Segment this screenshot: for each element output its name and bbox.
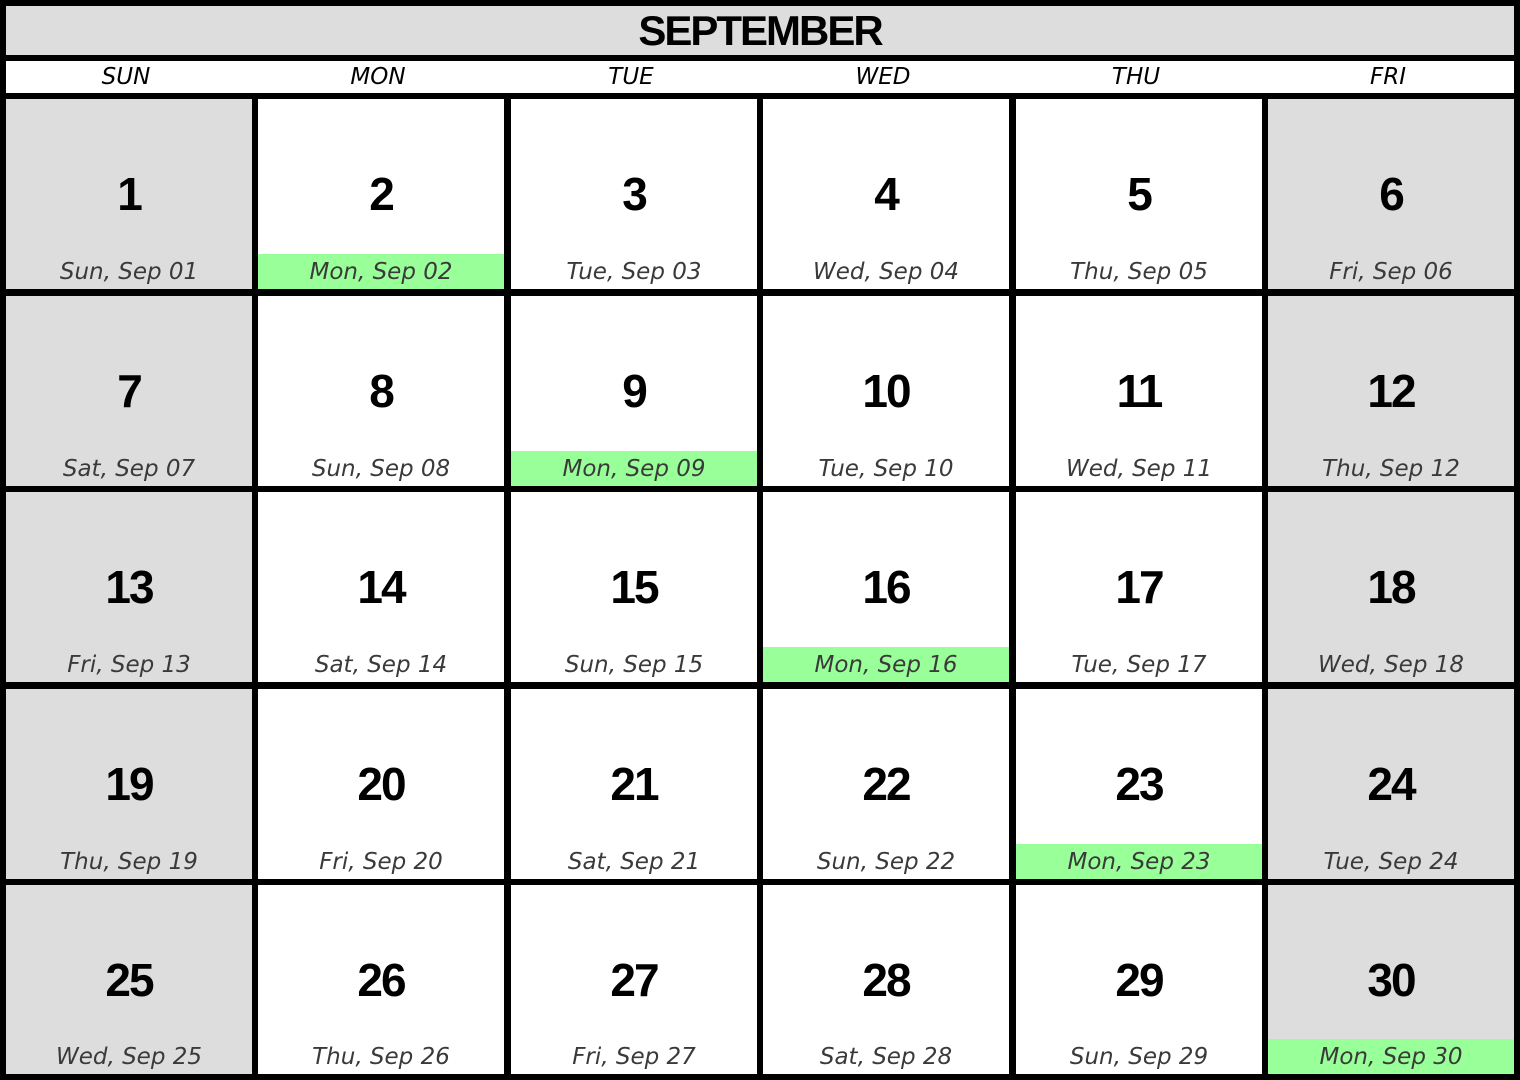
day-number: 29 bbox=[1115, 954, 1164, 1006]
day-cell[interactable]: 8 Sun, Sep 08 bbox=[258, 296, 504, 486]
date-label: Wed, Sep 11 bbox=[1065, 455, 1213, 482]
date-label: Sat, Sep 28 bbox=[819, 1043, 953, 1070]
day-number: 14 bbox=[357, 561, 406, 613]
day-cell[interactable]: 25 Wed, Sep 25 bbox=[6, 885, 252, 1074]
date-label: Tue, Sep 17 bbox=[1071, 651, 1207, 678]
date-label: Wed, Sep 04 bbox=[812, 258, 960, 285]
day-cell[interactable]: 30 Mon, Sep 30 bbox=[1268, 885, 1514, 1074]
date-label: Wed, Sep 18 bbox=[1317, 651, 1465, 678]
day-number: 10 bbox=[862, 365, 911, 417]
day-cell[interactable]: 12 Thu, Sep 12 bbox=[1268, 296, 1514, 486]
date-label: Sat, Sep 14 bbox=[314, 651, 448, 678]
day-number: 15 bbox=[610, 561, 659, 613]
day-number: 1 bbox=[117, 168, 143, 220]
day-number: 8 bbox=[369, 365, 395, 417]
date-label: Sat, Sep 07 bbox=[62, 455, 196, 482]
day-number: 6 bbox=[1379, 168, 1405, 220]
date-label: Fri, Sep 20 bbox=[319, 848, 443, 875]
day-number: 27 bbox=[610, 954, 659, 1006]
date-label-highlighted: Mon, Sep 30 bbox=[1268, 1039, 1514, 1074]
date-label: Sun, Sep 29 bbox=[1069, 1043, 1209, 1070]
day-number: 22 bbox=[862, 758, 911, 810]
date-label: Wed, Sep 25 bbox=[55, 1043, 203, 1070]
day-number: 19 bbox=[105, 758, 154, 810]
day-number: 2 bbox=[369, 168, 395, 220]
date-label: Tue, Sep 03 bbox=[566, 258, 702, 285]
day-cell[interactable]: 20 Fri, Sep 20 bbox=[258, 689, 504, 879]
date-label-highlighted: Mon, Sep 09 bbox=[511, 451, 757, 486]
day-number: 5 bbox=[1127, 168, 1153, 220]
date-label-highlighted: Mon, Sep 02 bbox=[258, 254, 504, 289]
day-number: 21 bbox=[610, 758, 659, 810]
day-number: 7 bbox=[117, 365, 143, 417]
day-cell[interactable]: 10 Tue, Sep 10 bbox=[763, 296, 1009, 486]
date-label: Sun, Sep 15 bbox=[564, 651, 704, 678]
day-cell[interactable]: 5 Thu, Sep 05 bbox=[1016, 99, 1262, 289]
day-cell[interactable]: 4 Wed, Sep 04 bbox=[763, 99, 1009, 289]
day-cell[interactable]: 17 Tue, Sep 17 bbox=[1016, 492, 1262, 682]
day-cell[interactable]: 14 Sat, Sep 14 bbox=[258, 492, 504, 682]
day-number: 3 bbox=[622, 168, 648, 220]
day-number: 26 bbox=[357, 954, 406, 1006]
date-label: Tue, Sep 24 bbox=[1323, 848, 1459, 875]
day-cell[interactable]: 9 Mon, Sep 09 bbox=[511, 296, 757, 486]
day-cell[interactable]: 7 Sat, Sep 07 bbox=[6, 296, 252, 486]
day-cell[interactable]: 26 Thu, Sep 26 bbox=[258, 885, 504, 1074]
day-number: 4 bbox=[874, 168, 900, 220]
day-cell[interactable]: 15 Sun, Sep 15 bbox=[511, 492, 757, 682]
date-label: Sun, Sep 08 bbox=[311, 455, 451, 482]
day-cell[interactable]: 13 Fri, Sep 13 bbox=[6, 492, 252, 682]
day-number: 20 bbox=[357, 758, 406, 810]
date-label-highlighted: Mon, Sep 16 bbox=[763, 647, 1009, 682]
date-label: Thu, Sep 26 bbox=[312, 1043, 450, 1070]
date-label: Thu, Sep 05 bbox=[1070, 258, 1208, 285]
day-number: 17 bbox=[1115, 561, 1164, 613]
date-label: Tue, Sep 10 bbox=[818, 455, 954, 482]
day-cell[interactable]: 6 Fri, Sep 06 bbox=[1268, 99, 1514, 289]
day-cell[interactable]: 1 Sun, Sep 01 bbox=[6, 99, 252, 289]
day-cell[interactable]: 27 Fri, Sep 27 bbox=[511, 885, 757, 1074]
date-label: Fri, Sep 27 bbox=[572, 1043, 696, 1070]
day-cell[interactable]: 23 Mon, Sep 23 bbox=[1016, 689, 1262, 879]
day-number: 25 bbox=[105, 954, 154, 1006]
day-number: 18 bbox=[1367, 561, 1416, 613]
date-label: Sun, Sep 22 bbox=[816, 848, 956, 875]
day-number: 28 bbox=[862, 954, 911, 1006]
day-number: 12 bbox=[1367, 365, 1416, 417]
day-number: 24 bbox=[1367, 758, 1416, 810]
date-label: Fri, Sep 06 bbox=[1329, 258, 1453, 285]
day-cell[interactable]: 2 Mon, Sep 02 bbox=[258, 99, 504, 289]
day-cell[interactable]: 19 Thu, Sep 19 bbox=[6, 689, 252, 879]
calendar-grid: 1 Sun, Sep 01 2 Mon, Sep 02 3 Tue, Sep 03 4 Wed… bbox=[0, 0, 1520, 1080]
day-cell[interactable]: 29 Sun, Sep 29 bbox=[1016, 885, 1262, 1074]
day-cell[interactable]: 24 Tue, Sep 24 bbox=[1268, 689, 1514, 879]
date-label-highlighted: Mon, Sep 23 bbox=[1016, 844, 1262, 879]
date-label: Sun, Sep 01 bbox=[59, 258, 199, 285]
day-number: 16 bbox=[862, 561, 911, 613]
day-number: 9 bbox=[622, 365, 648, 417]
calendar-frame: SEPTEMBER SUN MON TUE WED THU FRI 1 Sun, … bbox=[0, 0, 1520, 1080]
day-cell[interactable]: 28 Sat, Sep 28 bbox=[763, 885, 1009, 1074]
day-number: 13 bbox=[105, 561, 154, 613]
date-label: Thu, Sep 12 bbox=[1322, 455, 1460, 482]
day-cell[interactable]: 3 Tue, Sep 03 bbox=[511, 99, 757, 289]
day-cell[interactable]: 22 Sun, Sep 22 bbox=[763, 689, 1009, 879]
day-number: 23 bbox=[1115, 758, 1164, 810]
date-label: Sat, Sep 21 bbox=[567, 848, 701, 875]
day-number: 30 bbox=[1367, 954, 1416, 1006]
day-cell[interactable]: 16 Mon, Sep 16 bbox=[763, 492, 1009, 682]
date-label: Thu, Sep 19 bbox=[60, 848, 198, 875]
day-number: 11 bbox=[1116, 365, 1164, 417]
day-cell[interactable]: 11 Wed, Sep 11 bbox=[1016, 296, 1262, 486]
date-label: Fri, Sep 13 bbox=[67, 651, 191, 678]
day-cell[interactable]: 18 Wed, Sep 18 bbox=[1268, 492, 1514, 682]
day-cell[interactable]: 21 Sat, Sep 21 bbox=[511, 689, 757, 879]
